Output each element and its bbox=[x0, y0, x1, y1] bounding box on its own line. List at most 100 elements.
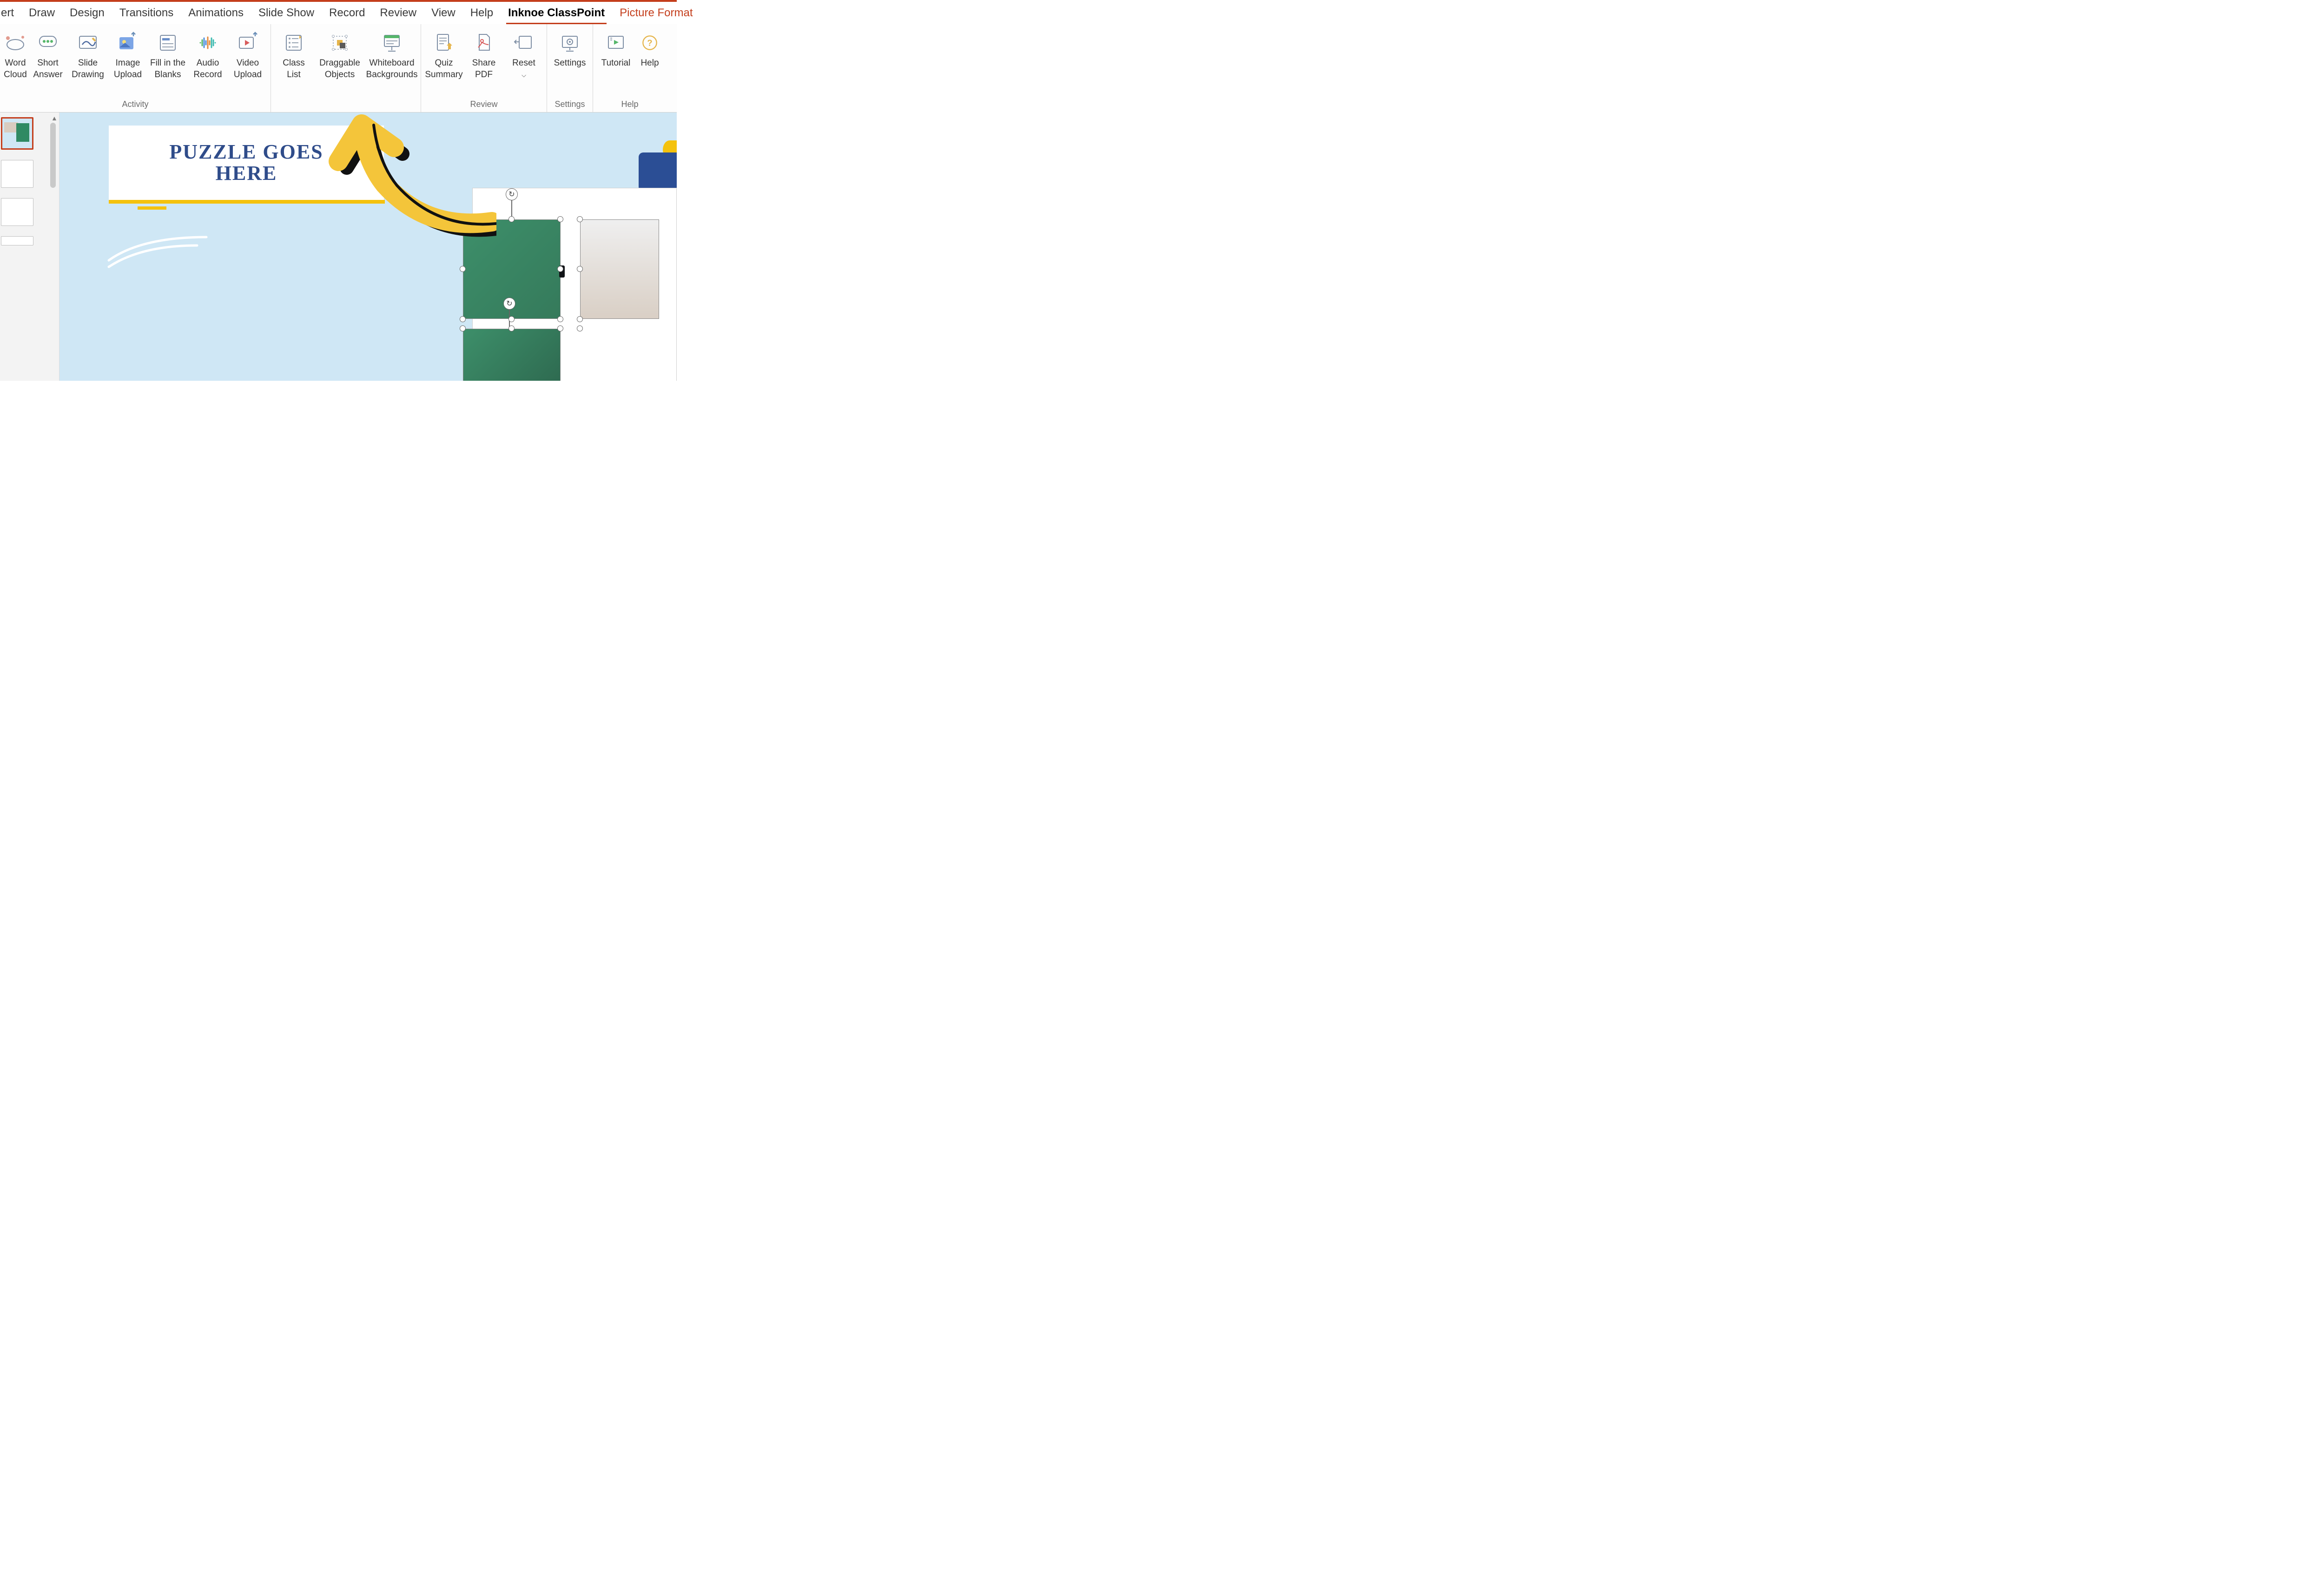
workspace: ▲ PUZZLE GOES HERE bbox=[0, 113, 677, 381]
reset-icon bbox=[511, 30, 537, 56]
resize-handle[interactable] bbox=[508, 316, 515, 322]
tools-group-label bbox=[344, 99, 347, 111]
tab-insert[interactable]: ert bbox=[0, 3, 21, 23]
settings-icon bbox=[557, 30, 583, 56]
share-pdf-label: SharePDF bbox=[472, 58, 496, 80]
resize-handle[interactable] bbox=[460, 325, 466, 331]
slide-canvas-area: PUZZLE GOES HERE bbox=[59, 113, 677, 381]
short-answer-button[interactable]: ShortAnswer bbox=[28, 28, 68, 99]
share-pdf-icon bbox=[471, 30, 497, 56]
resize-handle[interactable] bbox=[557, 266, 563, 272]
tab-slideshow[interactable]: Slide Show bbox=[251, 3, 322, 23]
resize-handle[interactable] bbox=[557, 325, 563, 331]
help-label: Help bbox=[640, 58, 659, 69]
slide-drawing-button[interactable]: SlideDrawing bbox=[68, 28, 108, 99]
class-list-icon bbox=[281, 30, 307, 56]
slide-drawing-label: SlideDrawing bbox=[72, 58, 104, 80]
video-upload-button[interactable]: VideoUpload bbox=[228, 28, 268, 99]
fill-blanks-icon bbox=[155, 30, 181, 56]
tab-transitions[interactable]: Transitions bbox=[112, 3, 181, 23]
slide-thumb-1[interactable] bbox=[1, 117, 33, 150]
tutorial-label: Tutorial bbox=[601, 58, 631, 69]
decorative-swoosh bbox=[104, 232, 211, 270]
word-cloud-button[interactable]: WordCloud bbox=[3, 28, 28, 99]
ribbon-content: WordCloud ShortAnswer SlideDrawing Image… bbox=[0, 24, 677, 113]
puzzle-tile-2[interactable] bbox=[580, 219, 659, 319]
slide-thumb-4[interactable] bbox=[1, 236, 33, 245]
slide-title-line2: HERE bbox=[216, 163, 277, 184]
resize-handle[interactable] bbox=[577, 216, 583, 222]
fill-blanks-button[interactable]: Fill in theBlanks bbox=[148, 28, 188, 99]
reset-label: Reset⌵ bbox=[512, 58, 535, 80]
resize-handle[interactable] bbox=[508, 325, 515, 331]
audio-record-button[interactable]: AudioRecord bbox=[188, 28, 228, 99]
slide-thumb-2[interactable] bbox=[1, 160, 33, 188]
tutorial-icon bbox=[603, 30, 629, 56]
slide[interactable]: PUZZLE GOES HERE bbox=[59, 113, 677, 381]
video-upload-icon bbox=[235, 30, 261, 56]
tab-picture-format[interactable]: Picture Format bbox=[612, 3, 700, 23]
quiz-summary-button[interactable]: QuizSummary bbox=[424, 28, 464, 99]
whiteboard-icon bbox=[379, 30, 405, 56]
fill-blanks-label: Fill in theBlanks bbox=[150, 58, 185, 80]
whiteboard-label: WhiteboardBackgrounds bbox=[366, 58, 418, 80]
resize-handle[interactable] bbox=[460, 266, 466, 272]
tab-design[interactable]: Design bbox=[62, 3, 112, 23]
scroll-up-arrow[interactable]: ▲ bbox=[51, 114, 58, 122]
reset-button[interactable]: Reset⌵ bbox=[504, 28, 544, 99]
decor-blue-shape bbox=[639, 152, 677, 192]
ribbon-tabs: ert Draw Design Transitions Animations S… bbox=[0, 2, 677, 24]
help-icon: ? bbox=[637, 30, 663, 56]
slide-title-line1: PUZZLE GOES bbox=[169, 141, 323, 163]
resize-handle[interactable] bbox=[557, 316, 563, 322]
svg-text:?: ? bbox=[647, 38, 652, 47]
image-upload-label: ImageUpload bbox=[114, 58, 142, 80]
resize-handle[interactable] bbox=[577, 325, 583, 331]
help-button[interactable]: ? Help bbox=[636, 28, 664, 99]
quiz-summary-label: QuizSummary bbox=[425, 58, 462, 80]
tab-help[interactable]: Help bbox=[463, 3, 501, 23]
rotate-handle[interactable] bbox=[503, 298, 515, 310]
image-upload-button[interactable]: ImageUpload bbox=[108, 28, 148, 99]
video-upload-label: VideoUpload bbox=[234, 58, 262, 80]
puzzle-tile-3[interactable] bbox=[463, 329, 561, 381]
resize-handle[interactable] bbox=[460, 316, 466, 322]
image-upload-icon bbox=[115, 30, 141, 56]
resize-handle[interactable] bbox=[508, 216, 515, 222]
share-pdf-button[interactable]: SharePDF bbox=[464, 28, 504, 99]
whiteboard-backgrounds-button[interactable]: WhiteboardBackgrounds bbox=[366, 28, 418, 99]
settings-group-label: Settings bbox=[555, 99, 585, 111]
resize-handle[interactable] bbox=[577, 266, 583, 272]
rotate-handle[interactable] bbox=[506, 188, 518, 200]
slide-title-box[interactable]: PUZZLE GOES HERE bbox=[109, 126, 384, 200]
resize-handle[interactable] bbox=[557, 216, 563, 222]
word-cloud-label: WordCloud bbox=[4, 58, 27, 80]
ribbon-group-activity: WordCloud ShortAnswer SlideDrawing Image… bbox=[0, 24, 271, 112]
activity-group-label: Activity bbox=[122, 99, 148, 111]
slide-thumbnail-panel: ▲ bbox=[0, 113, 59, 381]
tab-draw[interactable]: Draw bbox=[21, 3, 62, 23]
tab-review[interactable]: Review bbox=[372, 3, 424, 23]
scrollbar-track[interactable] bbox=[50, 123, 56, 188]
resize-handle[interactable] bbox=[577, 316, 583, 322]
short-answer-label: ShortAnswer bbox=[33, 58, 62, 80]
resize-handle[interactable] bbox=[460, 216, 466, 222]
short-answer-icon bbox=[35, 30, 61, 56]
ribbon-group-help: Tutorial ? Help Help bbox=[593, 24, 667, 112]
tab-record[interactable]: Record bbox=[322, 3, 372, 23]
quiz-summary-icon bbox=[431, 30, 457, 56]
tab-view[interactable]: View bbox=[424, 3, 463, 23]
slide-thumb-3[interactable] bbox=[1, 198, 33, 226]
tab-classpoint[interactable]: Inknoe ClassPoint bbox=[501, 3, 612, 23]
class-list-button[interactable]: ClassList bbox=[274, 28, 314, 99]
tutorial-button[interactable]: Tutorial bbox=[596, 28, 636, 99]
draggable-objects-button[interactable]: DraggableObjects bbox=[314, 28, 366, 99]
draggable-objects-label: DraggableObjects bbox=[319, 58, 360, 80]
draggable-objects-icon bbox=[327, 30, 353, 56]
help-group-label: Help bbox=[621, 99, 638, 111]
review-group-label: Review bbox=[470, 99, 497, 111]
slide-drawing-icon bbox=[75, 30, 101, 56]
ribbon-group-review: QuizSummary SharePDF Reset⌵ Review bbox=[421, 24, 547, 112]
tab-animations[interactable]: Animations bbox=[181, 3, 251, 23]
settings-button[interactable]: Settings bbox=[550, 28, 590, 99]
